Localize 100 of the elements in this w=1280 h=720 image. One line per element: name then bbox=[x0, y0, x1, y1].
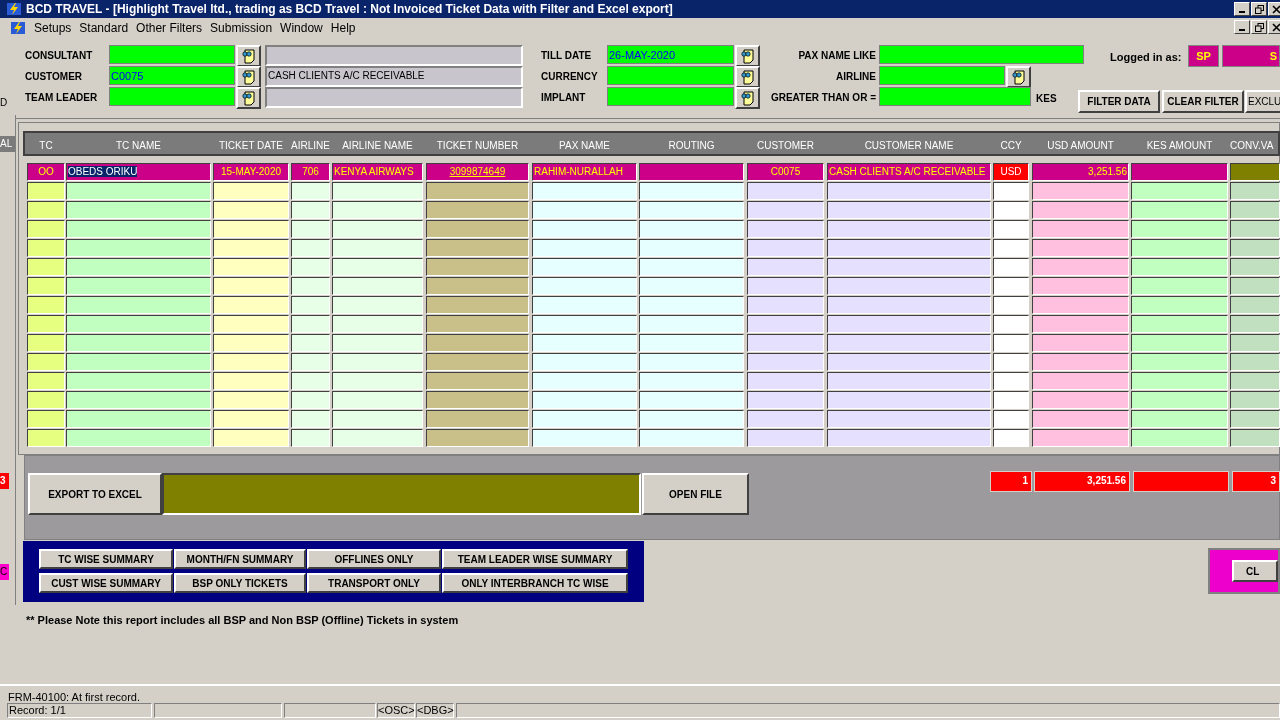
table-cell[interactable] bbox=[1230, 220, 1280, 238]
table-cell[interactable] bbox=[993, 201, 1029, 219]
table-cell[interactable] bbox=[213, 201, 289, 219]
table-cell[interactable] bbox=[639, 429, 744, 447]
summary-button[interactable]: BSP ONLY TICKETS bbox=[174, 573, 306, 593]
menu-item[interactable]: Other Filters bbox=[136, 19, 203, 37]
table-cell[interactable] bbox=[639, 277, 744, 295]
table-cell[interactable] bbox=[532, 258, 637, 276]
table-cell[interactable] bbox=[1032, 182, 1129, 200]
table-cell[interactable] bbox=[291, 220, 330, 238]
table-cell[interactable] bbox=[747, 296, 824, 314]
table-cell[interactable] bbox=[639, 220, 744, 238]
table-cell[interactable] bbox=[1032, 334, 1129, 352]
table-cell[interactable] bbox=[213, 258, 289, 276]
table-cell[interactable] bbox=[291, 334, 330, 352]
table-cell[interactable] bbox=[213, 296, 289, 314]
input-field[interactable] bbox=[879, 87, 1031, 106]
table-cell[interactable] bbox=[291, 429, 330, 447]
table-cell[interactable] bbox=[426, 315, 529, 333]
table-cell[interactable]: KENYA AIRWAYS bbox=[332, 163, 423, 181]
table-cell[interactable] bbox=[1131, 334, 1228, 352]
table-cell[interactable] bbox=[1230, 258, 1280, 276]
lookup-button[interactable] bbox=[236, 66, 261, 88]
table-cell[interactable] bbox=[827, 334, 991, 352]
table-cell[interactable] bbox=[66, 391, 211, 409]
input-field[interactable] bbox=[109, 45, 235, 64]
table-cell[interactable] bbox=[747, 391, 824, 409]
table-cell[interactable]: CASH CLIENTS A/C RECEIVABLE bbox=[827, 163, 991, 181]
table-cell[interactable] bbox=[1131, 429, 1228, 447]
table-cell[interactable] bbox=[291, 410, 330, 428]
table-cell[interactable] bbox=[747, 277, 824, 295]
lookup-button[interactable] bbox=[236, 45, 261, 67]
table-cell[interactable] bbox=[827, 372, 991, 390]
table-cell[interactable] bbox=[426, 201, 529, 219]
table-cell[interactable] bbox=[66, 410, 211, 428]
table-cell[interactable] bbox=[66, 334, 211, 352]
table-cell[interactable] bbox=[639, 372, 744, 390]
table-cell[interactable] bbox=[426, 258, 529, 276]
table-cell[interactable] bbox=[27, 410, 65, 428]
table-cell[interactable] bbox=[639, 182, 744, 200]
table-cell[interactable] bbox=[747, 258, 824, 276]
table-cell[interactable] bbox=[827, 182, 991, 200]
table-cell[interactable] bbox=[1032, 239, 1129, 257]
table-cell[interactable] bbox=[332, 182, 423, 200]
table-cell[interactable] bbox=[747, 334, 824, 352]
table-cell[interactable] bbox=[1032, 220, 1129, 238]
table-cell[interactable] bbox=[66, 220, 211, 238]
restore-button[interactable] bbox=[1251, 20, 1267, 34]
table-cell[interactable] bbox=[1032, 296, 1129, 314]
input-field[interactable] bbox=[879, 66, 1005, 85]
table-cell[interactable] bbox=[1131, 410, 1228, 428]
table-cell[interactable] bbox=[532, 277, 637, 295]
table-cell[interactable] bbox=[66, 239, 211, 257]
table-cell[interactable] bbox=[993, 258, 1029, 276]
lookup-button[interactable] bbox=[735, 66, 760, 88]
table-cell[interactable] bbox=[827, 201, 991, 219]
table-cell[interactable] bbox=[993, 334, 1029, 352]
summary-button[interactable]: TRANSPORT ONLY bbox=[307, 573, 441, 593]
table-cell[interactable]: 3099874649 bbox=[426, 163, 529, 181]
table-cell[interactable] bbox=[827, 410, 991, 428]
summary-button[interactable]: CUST WISE SUMMARY bbox=[39, 573, 173, 593]
filter-button[interactable]: EXCLU bbox=[1245, 90, 1280, 113]
table-cell[interactable] bbox=[291, 182, 330, 200]
table-cell[interactable] bbox=[747, 220, 824, 238]
table-cell[interactable] bbox=[1131, 163, 1228, 181]
table-cell[interactable] bbox=[532, 220, 637, 238]
table-cell[interactable] bbox=[27, 239, 65, 257]
table-cell[interactable] bbox=[827, 353, 991, 371]
table-cell[interactable] bbox=[291, 315, 330, 333]
table-cell[interactable] bbox=[1131, 391, 1228, 409]
input-field[interactable]: 26-MAY-2020 bbox=[607, 45, 734, 64]
table-cell[interactable] bbox=[1131, 372, 1228, 390]
table-cell[interactable] bbox=[426, 182, 529, 200]
table-cell[interactable] bbox=[993, 296, 1029, 314]
input-field[interactable] bbox=[607, 66, 734, 85]
table-cell[interactable] bbox=[532, 239, 637, 257]
lookup-button[interactable] bbox=[1006, 66, 1031, 88]
table-cell[interactable] bbox=[332, 220, 423, 238]
table-cell[interactable] bbox=[532, 296, 637, 314]
table-cell[interactable] bbox=[66, 182, 211, 200]
table-cell[interactable] bbox=[66, 277, 211, 295]
table-cell[interactable] bbox=[1230, 353, 1280, 371]
table-cell[interactable] bbox=[426, 239, 529, 257]
table-cell[interactable] bbox=[1032, 258, 1129, 276]
table-cell[interactable] bbox=[213, 220, 289, 238]
table-cell[interactable] bbox=[291, 277, 330, 295]
close-button[interactable] bbox=[1268, 2, 1280, 16]
table-cell[interactable] bbox=[827, 258, 991, 276]
table-cell[interactable] bbox=[747, 372, 824, 390]
table-cell[interactable] bbox=[213, 372, 289, 390]
open-file-button[interactable]: OPEN FILE bbox=[642, 473, 749, 515]
table-cell[interactable] bbox=[532, 182, 637, 200]
table-cell[interactable] bbox=[639, 334, 744, 352]
table-cell[interactable] bbox=[332, 296, 423, 314]
table-cell[interactable]: USD bbox=[993, 163, 1029, 181]
table-cell[interactable] bbox=[213, 334, 289, 352]
table-cell[interactable] bbox=[27, 353, 65, 371]
menu-item[interactable]: Window bbox=[280, 19, 323, 37]
table-cell[interactable] bbox=[639, 410, 744, 428]
table-cell[interactable] bbox=[1032, 353, 1129, 371]
